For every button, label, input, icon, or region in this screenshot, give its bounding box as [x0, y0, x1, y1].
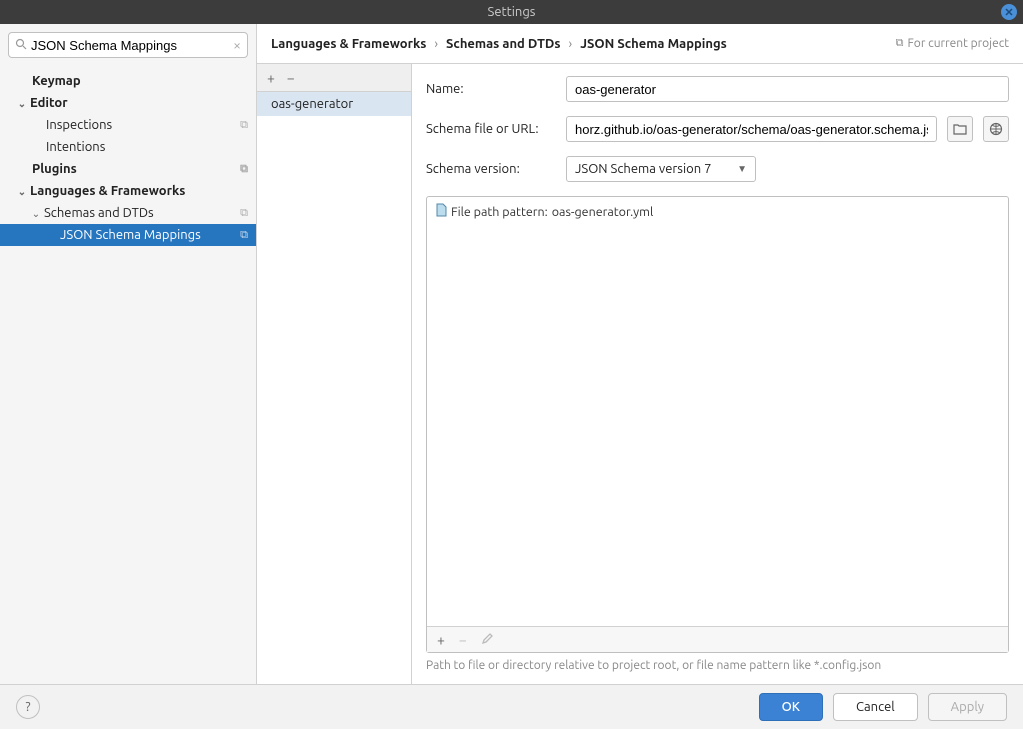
project-indicator-icon: ⧉: [240, 163, 248, 176]
name-label: Name:: [426, 82, 556, 96]
version-label: Schema version:: [426, 162, 556, 176]
add-mapping-button[interactable]: +: [267, 70, 275, 86]
file-pattern-icon: [435, 203, 447, 220]
chevron-right-icon: ›: [434, 37, 438, 51]
name-input[interactable]: [566, 76, 1009, 102]
window-title: Settings: [488, 5, 536, 19]
file-pattern-value: oas-generator.yml: [552, 205, 654, 219]
settings-tree: Keymap ⌄Editor Inspections⧉ Intentions P…: [0, 66, 256, 684]
search-input[interactable]: [31, 38, 233, 53]
breadcrumb-a[interactable]: Languages & Frameworks: [271, 37, 426, 51]
breadcrumb-b[interactable]: Schemas and DTDs: [446, 37, 561, 51]
file-pattern-hint: Path to file or directory relative to pr…: [426, 659, 1009, 672]
settings-sidebar: × Keymap ⌄Editor Inspections⧉ Intentions…: [0, 24, 257, 684]
apply-button[interactable]: Apply: [928, 693, 1007, 721]
chevron-down-icon: ⌄: [30, 208, 42, 220]
edit-file-pattern-button[interactable]: [481, 632, 493, 648]
tree-item-json-schema-mappings[interactable]: JSON Schema Mappings⧉: [0, 224, 256, 246]
breadcrumb: Languages & Frameworks › Schemas and DTD…: [257, 24, 1023, 64]
chevron-right-icon: ›: [569, 37, 573, 51]
cancel-button[interactable]: Cancel: [833, 693, 918, 721]
remove-file-pattern-button[interactable]: −: [459, 632, 467, 648]
url-label: Schema file or URL:: [426, 122, 556, 136]
tree-item-keymap[interactable]: Keymap: [0, 70, 256, 92]
scope-label: ⧉ For current project: [896, 37, 1009, 50]
search-box[interactable]: ×: [8, 32, 248, 58]
tree-item-plugins[interactable]: Plugins⧉: [0, 158, 256, 180]
globe-icon: [989, 122, 1003, 136]
tree-item-languages-frameworks[interactable]: ⌄Languages & Frameworks: [0, 180, 256, 202]
close-window-button[interactable]: [1001, 4, 1017, 20]
schema-url-input[interactable]: [566, 116, 937, 142]
file-pattern-entry[interactable]: File path pattern: oas-generator.yml: [435, 203, 1000, 220]
remove-mapping-button[interactable]: −: [287, 70, 295, 86]
chevron-down-icon: ⌄: [16, 186, 28, 198]
search-icon: [15, 38, 27, 53]
file-pattern-label: File path pattern:: [451, 205, 548, 219]
search-clear-icon[interactable]: ×: [233, 37, 241, 53]
add-file-pattern-button[interactable]: +: [437, 632, 445, 648]
chevron-down-icon: ⌄: [16, 98, 28, 110]
project-indicator-icon: ⧉: [896, 37, 904, 50]
help-button[interactable]: ?: [16, 695, 40, 719]
chevron-down-icon: ▼: [737, 163, 747, 175]
tree-item-editor[interactable]: ⌄Editor: [0, 92, 256, 114]
remote-url-button[interactable]: [983, 116, 1009, 142]
project-indicator-icon: ⧉: [240, 207, 248, 220]
file-pattern-list: File path pattern: oas-generator.yml + −: [426, 196, 1009, 653]
dropdown-value: JSON Schema version 7: [575, 162, 711, 176]
pencil-icon: [481, 633, 493, 645]
titlebar: Settings: [0, 0, 1023, 24]
tree-item-inspections[interactable]: Inspections⧉: [0, 114, 256, 136]
mapping-list-item[interactable]: oas-generator: [257, 92, 411, 116]
project-indicator-icon: ⧉: [240, 119, 248, 132]
dialog-footer: ? OK Cancel Apply: [0, 684, 1023, 729]
folder-icon: [953, 123, 967, 135]
file-pattern-toolbar: + −: [427, 626, 1008, 652]
tree-item-intentions[interactable]: Intentions: [0, 136, 256, 158]
mapping-list-toolbar: + −: [257, 64, 411, 92]
mapping-form: Name: Schema file or URL: Schema version…: [412, 64, 1023, 684]
tree-item-schemas-dtds[interactable]: ⌄Schemas and DTDs ⧉: [0, 202, 256, 224]
ok-button[interactable]: OK: [759, 693, 823, 721]
schema-version-dropdown[interactable]: JSON Schema version 7 ▼: [566, 156, 756, 182]
project-indicator-icon: ⧉: [240, 229, 248, 242]
browse-button[interactable]: [947, 116, 973, 142]
breadcrumb-c: JSON Schema Mappings: [580, 37, 727, 51]
mapping-list-panel: + − oas-generator: [257, 64, 412, 684]
